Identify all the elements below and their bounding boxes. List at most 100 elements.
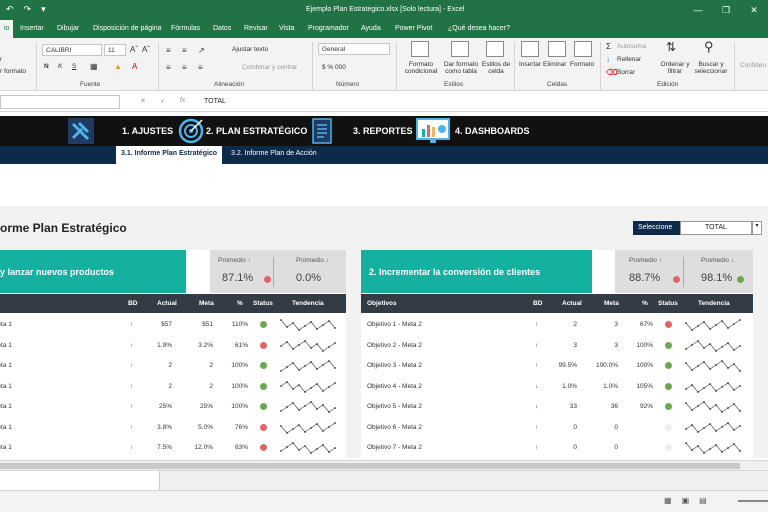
wrap-text-button[interactable]: Ajustar texto <box>232 46 268 53</box>
sparkline-point <box>685 362 687 364</box>
find-select-icon[interactable]: ⚲ <box>704 39 714 55</box>
align-center-icon[interactable]: ≡ <box>182 63 187 72</box>
conditional-format-icon[interactable] <box>411 41 429 57</box>
customize-icon[interactable]: ▾ <box>41 4 46 15</box>
horizontal-scrollbar[interactable] <box>0 460 768 470</box>
clear-button[interactable]: Borrar <box>617 69 635 76</box>
redo-icon[interactable]: ↷ <box>24 4 32 15</box>
report-icon[interactable] <box>310 118 336 144</box>
tab-ayuda[interactable]: Ayuda <box>361 25 381 32</box>
bd-cell: ↑ <box>130 403 134 410</box>
nav-plan-estrategico[interactable]: 2. PLAN ESTRATÉGICO <box>206 126 307 136</box>
dashboard-icon[interactable] <box>416 118 450 144</box>
tab-insertar[interactable]: Insertar <box>20 25 44 32</box>
clear-icon[interactable]: ⌫ <box>606 68 617 77</box>
number-format-buttons[interactable]: $ % 000 <box>322 64 346 71</box>
tab-datos[interactable]: Datos <box>213 25 231 32</box>
minimize-button[interactable]: — <box>684 0 712 20</box>
align-right-icon[interactable]: ≡ <box>198 63 203 72</box>
undo-icon[interactable]: ↶ <box>6 4 14 15</box>
tab-inicio[interactable]: io <box>0 20 14 38</box>
align-middle-icon[interactable]: ≡ <box>182 46 187 55</box>
enter-icon[interactable]: ✓ <box>160 97 166 105</box>
grow-font-icon[interactable]: Aˆ <box>130 45 138 54</box>
subtab-informe-plan-estrategico[interactable]: 3.1. Informe Plan Estratégico <box>116 146 223 164</box>
format-as-table-icon[interactable] <box>451 41 469 57</box>
orientation-icon[interactable]: ↗ <box>198 46 205 55</box>
tab-revisar[interactable]: Revisar <box>244 25 268 32</box>
fill-icon[interactable]: ↓ <box>606 55 610 64</box>
selector-dropdown[interactable]: TOTAL <box>680 221 752 235</box>
cell-styles-icon[interactable] <box>486 41 504 57</box>
borders-icon[interactable]: ▦ <box>90 62 98 71</box>
status-dot <box>665 382 672 390</box>
tab-dibujar[interactable]: Dibujar <box>57 25 79 32</box>
cell-styles-button[interactable]: Estilos de celda <box>480 61 512 75</box>
format-cells-button[interactable]: Formato <box>570 61 594 68</box>
shrink-font-icon[interactable]: Aˇ <box>142 45 150 54</box>
sparkline-point <box>739 410 741 412</box>
align-left-icon[interactable]: ≡ <box>166 63 171 72</box>
align-top-icon[interactable]: ≡ <box>166 46 171 55</box>
target-icon[interactable] <box>178 118 204 144</box>
insert-cells-icon[interactable] <box>521 41 539 57</box>
sort-filter-button[interactable]: Ordenar y filtrar <box>658 61 692 75</box>
function-icon[interactable]: fx <box>180 97 185 105</box>
delete-cells-button[interactable]: Eliminar <box>543 61 566 68</box>
number-format-select[interactable]: General <box>318 43 390 55</box>
sheet-tab[interactable] <box>0 471 160 491</box>
find-select-button[interactable]: Buscar y seleccionar <box>690 61 732 75</box>
zoom-slider[interactable] <box>738 500 768 502</box>
chevron-down-icon[interactable]: ▾ <box>752 221 762 235</box>
tab-disposicion[interactable]: Disposición de página <box>93 25 162 32</box>
format-as-table-button[interactable]: Dar formato como tabla <box>440 61 482 75</box>
delete-cells-icon[interactable] <box>548 41 566 57</box>
format-painter[interactable]: r formato <box>0 68 26 75</box>
bd-cell: ↑ <box>535 423 539 431</box>
nav-ajustes[interactable]: 1. AJUSTES <box>122 126 173 136</box>
name-box[interactable] <box>0 95 120 109</box>
fill-color-icon[interactable]: ▲ <box>114 62 122 71</box>
insert-cells-button[interactable]: Insertar <box>519 61 541 68</box>
sparkline-point <box>715 389 717 392</box>
close-button[interactable]: ✕ <box>740 0 768 20</box>
tab-formulas[interactable]: Fórmulas <box>171 25 200 32</box>
col-bd: BD <box>128 300 138 307</box>
underline-button[interactable]: S <box>72 63 76 70</box>
sort-filter-icon[interactable]: ⇅ <box>666 40 676 54</box>
page-layout-icon[interactable]: ▣ <box>682 496 690 505</box>
normal-view-icon[interactable]: ▦ <box>664 496 672 505</box>
merge-center-button[interactable]: Combinar y centrar <box>242 64 297 71</box>
scroll-thumb[interactable] <box>0 463 740 469</box>
page-break-icon[interactable]: ▤ <box>699 496 707 505</box>
paste-label[interactable]: r <box>0 56 2 63</box>
italic-button[interactable]: K <box>58 63 62 70</box>
formula-input[interactable]: TOTAL <box>204 98 226 105</box>
format-cells-icon[interactable] <box>574 41 592 57</box>
conditional-format-button[interactable]: Formato condicional <box>400 61 442 75</box>
font-size-select[interactable]: 11 <box>104 44 126 56</box>
sparkline-point <box>715 349 717 352</box>
subtab-informe-plan-accion[interactable]: 3.2. Informe Plan de Acción <box>231 150 317 157</box>
cancel-icon[interactable]: ✕ <box>140 97 146 105</box>
avg-up-label: Promedio ↑ <box>218 257 251 264</box>
wrench-icon[interactable] <box>68 118 94 144</box>
sensitivity-button[interactable]: Confiden <box>740 62 766 69</box>
sparkline-point <box>739 344 741 347</box>
fill-button[interactable]: Rellenar <box>617 56 641 63</box>
tab-vista[interactable]: Vista <box>279 25 294 32</box>
bold-button[interactable]: N <box>44 63 49 70</box>
trend-sparkline <box>685 381 741 393</box>
tab-power-pivot[interactable]: Power Pivot <box>395 25 432 32</box>
objective-cell: Meta 1 <box>0 382 12 390</box>
font-color-icon[interactable]: A <box>132 62 137 71</box>
autosum-icon[interactable]: Σ <box>606 42 611 51</box>
maximize-button[interactable]: ❐ <box>712 0 740 20</box>
autosum-button[interactable]: Autosuma <box>617 43 646 50</box>
nav-reportes[interactable]: 3. REPORTES <box>353 126 413 136</box>
font-name-select[interactable]: CALIBRI <box>42 44 102 56</box>
actual-cell: 0 <box>573 444 577 451</box>
nav-dashboards[interactable]: 4. DASHBOARDS <box>455 126 530 136</box>
tab-programador[interactable]: Programador <box>308 25 349 32</box>
tell-me-search[interactable]: ¿Qué desea hacer? <box>448 25 510 32</box>
